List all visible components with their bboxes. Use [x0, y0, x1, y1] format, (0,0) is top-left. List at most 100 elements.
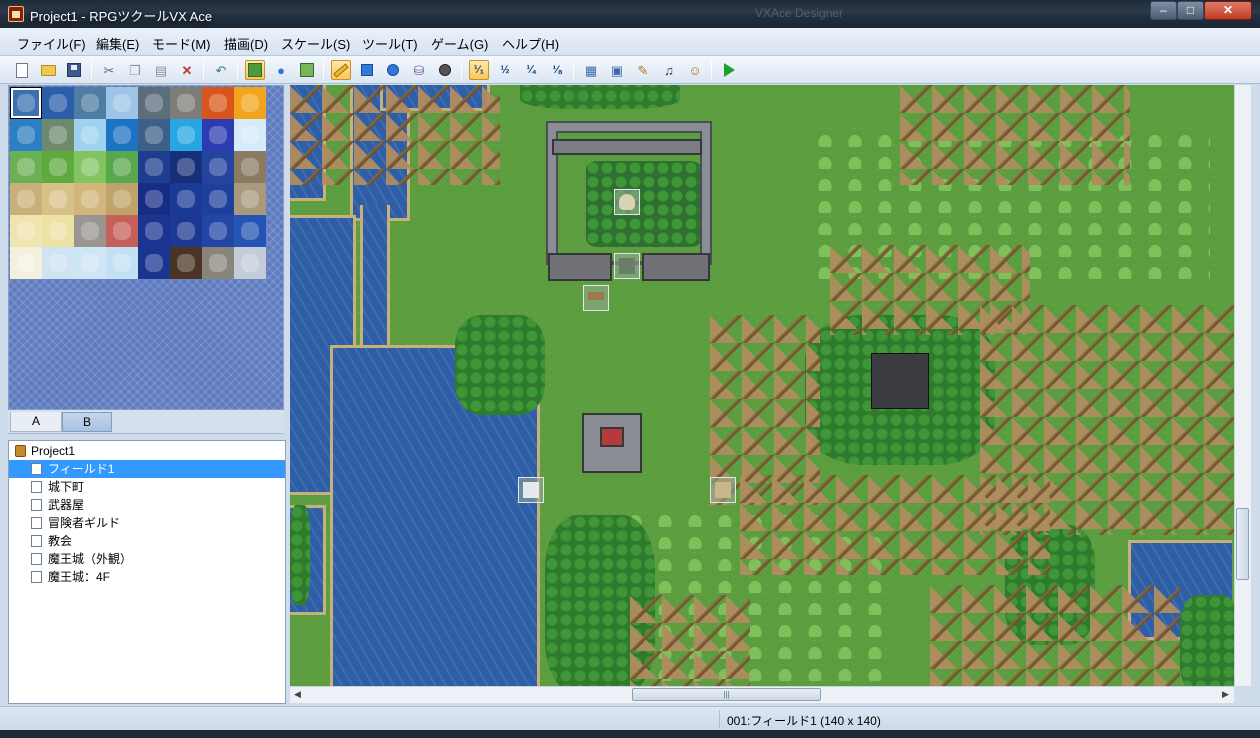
- tileset-grid[interactable]: [10, 87, 268, 279]
- tileset-tile[interactable]: [10, 183, 42, 215]
- tileset-tile[interactable]: [42, 87, 74, 119]
- scale-1-4-button[interactable]: ¼: [521, 60, 541, 80]
- scroll-left-arrow-icon[interactable]: ◀: [294, 689, 301, 700]
- save-project-button[interactable]: [64, 60, 84, 80]
- tree-project-root[interactable]: Project1: [9, 442, 285, 460]
- tileset-tile[interactable]: [202, 87, 234, 119]
- map-horizontal-scroll-thumb[interactable]: |||: [632, 688, 821, 701]
- tileset-tile[interactable]: [202, 151, 234, 183]
- new-project-button[interactable]: [12, 60, 32, 80]
- tree-map-item[interactable]: 冒険者ギルド: [9, 514, 285, 532]
- tileset-tile[interactable]: [138, 151, 170, 183]
- map-vertical-scroll-thumb[interactable]: [1236, 508, 1249, 580]
- resource-manager-button[interactable]: ▣: [607, 60, 627, 80]
- tileset-tile[interactable]: [74, 151, 106, 183]
- tileset-tile[interactable]: [234, 247, 266, 279]
- menu-edit[interactable]: 編集(E): [96, 34, 139, 53]
- region-mode-button[interactable]: [297, 60, 317, 80]
- tileset-tile[interactable]: [170, 215, 202, 247]
- tileset-tile[interactable]: [234, 183, 266, 215]
- tileset-tile[interactable]: [42, 119, 74, 151]
- event-mode-button[interactable]: ●: [271, 60, 291, 80]
- tileset-tile[interactable]: [170, 119, 202, 151]
- tileset-tile[interactable]: [138, 87, 170, 119]
- map-event-party[interactable]: [710, 477, 736, 503]
- rectangle-tool-button[interactable]: [357, 60, 377, 80]
- tree-map-item[interactable]: 魔王城（外観）: [9, 550, 285, 568]
- menu-draw[interactable]: 描画(D): [224, 34, 268, 53]
- close-button[interactable]: ✕: [1204, 1, 1252, 20]
- tileset-tile[interactable]: [170, 183, 202, 215]
- tileset-tile[interactable]: [234, 151, 266, 183]
- tileset-tile[interactable]: [138, 119, 170, 151]
- tileset-tile[interactable]: [138, 183, 170, 215]
- tileset-tile[interactable]: [170, 247, 202, 279]
- paste-button[interactable]: ▤: [151, 60, 171, 80]
- tileset-tile[interactable]: [42, 247, 74, 279]
- minimize-button[interactable]: ‒: [1150, 1, 1177, 20]
- cut-button[interactable]: ✂: [99, 60, 119, 80]
- tree-map-item[interactable]: フィールド1: [9, 460, 285, 478]
- scale-1-2-button[interactable]: ½: [495, 60, 515, 80]
- tree-map-item[interactable]: 武器屋: [9, 496, 285, 514]
- menu-help[interactable]: ヘルプ(H): [502, 34, 559, 53]
- scroll-right-arrow-icon[interactable]: ▶: [1222, 689, 1229, 700]
- menu-mode[interactable]: モード(M): [152, 34, 211, 53]
- tileset-tile[interactable]: [138, 215, 170, 247]
- tileset-tile[interactable]: [234, 119, 266, 151]
- copy-button[interactable]: ❐: [125, 60, 145, 80]
- app-icon[interactable]: [8, 6, 24, 22]
- script-editor-button[interactable]: ✎: [633, 60, 653, 80]
- scale-1-1-button[interactable]: ¹⁄₁: [469, 60, 489, 80]
- tileset-tile[interactable]: [74, 215, 106, 247]
- shadow-pen-button[interactable]: [435, 60, 455, 80]
- map-canvas[interactable]: [290, 85, 1234, 686]
- maximize-button[interactable]: □: [1177, 1, 1204, 20]
- delete-button[interactable]: ✕: [177, 60, 197, 80]
- undo-button[interactable]: ↶: [211, 60, 231, 80]
- ellipse-tool-button[interactable]: [383, 60, 403, 80]
- menu-file[interactable]: ファイル(F): [17, 34, 86, 53]
- tileset-tile[interactable]: [106, 247, 138, 279]
- tileset-tile[interactable]: [138, 247, 170, 279]
- tileset-tile[interactable]: [234, 215, 266, 247]
- tileset-tile[interactable]: [74, 183, 106, 215]
- tileset-tile[interactable]: [74, 247, 106, 279]
- map-tree[interactable]: Project1 フィールド1 城下町 武器屋 冒険者ギルド 教会 魔王城（外観） 魔王城：…: [8, 440, 286, 704]
- tab-tileset-b[interactable]: B: [62, 412, 112, 432]
- open-project-button[interactable]: [38, 60, 58, 80]
- tileset-tile[interactable]: [106, 183, 138, 215]
- tileset-tile[interactable]: [202, 183, 234, 215]
- tileset-tile[interactable]: [10, 247, 42, 279]
- tileset-tile[interactable]: [10, 87, 42, 119]
- fill-tool-button[interactable]: ⛁: [409, 60, 429, 80]
- database-button[interactable]: ▦: [581, 60, 601, 80]
- tileset-tile[interactable]: [234, 87, 266, 119]
- map-mode-button[interactable]: [245, 60, 265, 80]
- tileset-tile[interactable]: [42, 183, 74, 215]
- map-event-signpost[interactable]: [583, 285, 609, 311]
- tileset-tile[interactable]: [10, 215, 42, 247]
- tree-map-item[interactable]: 魔王城：4F: [9, 568, 285, 586]
- map-event-gate[interactable]: [614, 253, 640, 279]
- map-event-ship[interactable]: [518, 477, 544, 503]
- tileset-tile[interactable]: [74, 119, 106, 151]
- tileset-tile[interactable]: [202, 119, 234, 151]
- playtest-button[interactable]: [719, 60, 739, 80]
- tab-tileset-a[interactable]: A: [10, 412, 62, 432]
- tileset-tile[interactable]: [106, 151, 138, 183]
- tileset-tile[interactable]: [170, 151, 202, 183]
- tileset-tile[interactable]: [42, 215, 74, 247]
- tileset-tile[interactable]: [42, 151, 74, 183]
- tree-map-item[interactable]: 城下町: [9, 478, 285, 496]
- menu-game[interactable]: ゲーム(G): [431, 34, 488, 53]
- title-bar[interactable]: Project1 - RPGツクールVX Ace VXAce Designer …: [0, 0, 1260, 28]
- tileset-tile[interactable]: [10, 151, 42, 183]
- menu-tools[interactable]: ツール(T): [362, 34, 418, 53]
- tileset-tile[interactable]: [106, 119, 138, 151]
- tileset-tile[interactable]: [106, 215, 138, 247]
- tileset-tile[interactable]: [74, 87, 106, 119]
- tileset-tile[interactable]: [202, 247, 234, 279]
- tileset-tile[interactable]: [10, 119, 42, 151]
- character-generator-button[interactable]: ☺: [685, 60, 705, 80]
